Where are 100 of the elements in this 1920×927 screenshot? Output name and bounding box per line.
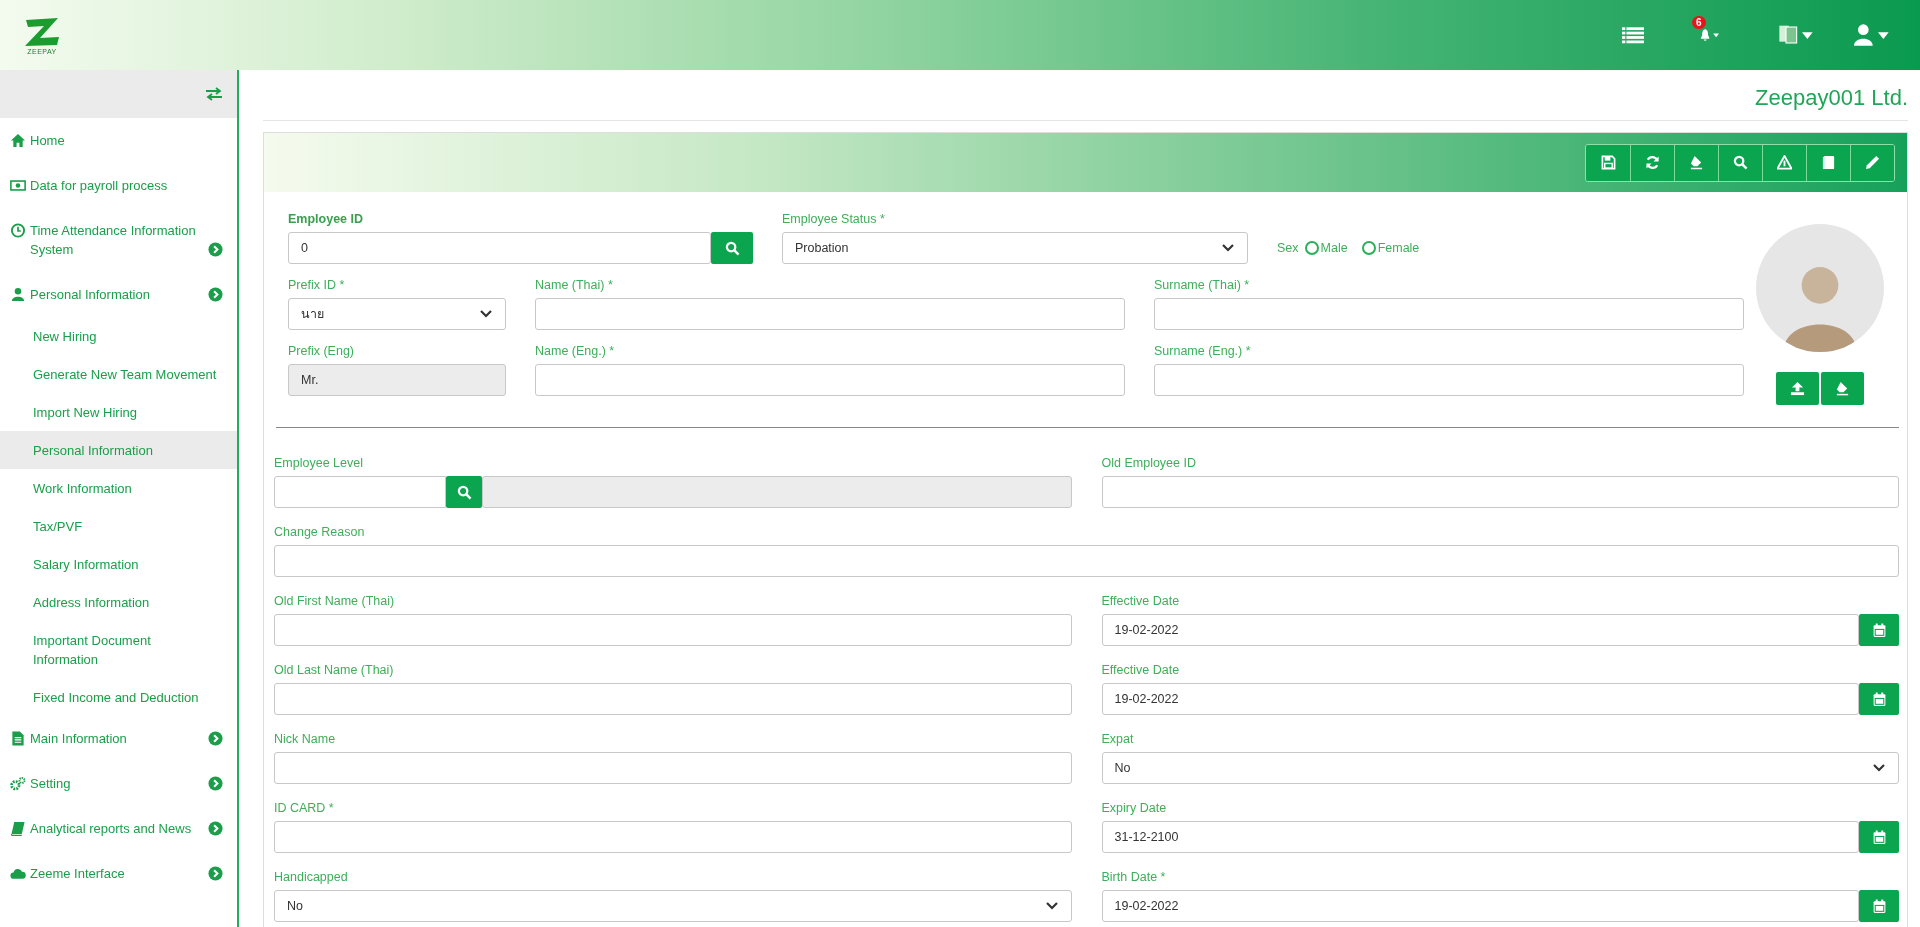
chevron-down-icon xyxy=(1872,763,1886,773)
field-label: Employee Level xyxy=(274,455,364,472)
field-label: Nick Name xyxy=(274,731,337,748)
field-label: Old First Name (Thai) xyxy=(274,593,396,610)
chevron-circle-icon[interactable] xyxy=(208,242,223,257)
search-icon xyxy=(1733,155,1748,170)
input-field[interactable] xyxy=(482,476,1072,508)
field-label: Surname (Eng.) * xyxy=(1154,343,1252,360)
search-icon xyxy=(456,484,472,500)
sidebar-item[interactable]: Time Attendance Information System xyxy=(30,221,208,259)
field-label: Handicapped xyxy=(274,869,349,886)
dropdown-field[interactable]: No xyxy=(1101,752,1899,784)
sidebar-subitem[interactable]: Generate New Team Movement xyxy=(0,355,237,393)
home-icon xyxy=(10,133,26,148)
dropdown-field[interactable]: นาย xyxy=(288,298,506,330)
sidebar-item[interactable]: Zeeme Interface xyxy=(30,864,125,883)
field-label: Name (Thai) * xyxy=(535,277,614,294)
search-button[interactable] xyxy=(446,476,482,508)
date-field[interactable]: 19-02-2022 xyxy=(1101,683,1859,715)
sidebar-item[interactable]: Setting xyxy=(30,774,71,793)
field-label: Expat xyxy=(1101,731,1135,748)
input-field[interactable] xyxy=(274,683,1072,715)
sidebar-subitem[interactable]: New Hiring xyxy=(0,317,237,355)
book-icon xyxy=(1821,155,1836,170)
search-button[interactable] xyxy=(711,232,753,264)
calendar-button[interactable] xyxy=(1859,683,1899,715)
sidebar-item[interactable]: Analytical reports and News xyxy=(30,819,192,838)
field-label: Sex xyxy=(1277,241,1299,255)
sidebar-item[interactable]: Personal Information xyxy=(30,285,150,304)
refresh-icon xyxy=(1645,155,1660,170)
warning-button[interactable] xyxy=(1762,144,1806,181)
sidebar-item[interactable]: Home xyxy=(30,131,65,150)
radio-option[interactable]: Female xyxy=(1361,241,1420,255)
clear-photo-button[interactable] xyxy=(1820,372,1864,405)
calendar-button[interactable] xyxy=(1859,614,1899,646)
sidebar-subitem[interactable]: Address Information xyxy=(0,583,237,621)
dropdown-field[interactable]: Probation xyxy=(782,232,1248,264)
input-field[interactable] xyxy=(1101,476,1899,508)
sidebar-subitem[interactable]: Import New Hiring xyxy=(0,393,237,431)
input-field[interactable] xyxy=(274,821,1072,853)
sidebar-subitem[interactable]: Important Document Information xyxy=(0,621,237,678)
edit-button[interactable] xyxy=(1850,144,1894,181)
input-field[interactable] xyxy=(274,545,1899,577)
field-label: Expiry Date xyxy=(1101,800,1168,817)
save-button[interactable] xyxy=(1586,144,1630,181)
input-field[interactable] xyxy=(1154,364,1744,396)
chevron-circle-icon[interactable] xyxy=(208,287,223,302)
calendar-icon xyxy=(1871,691,1887,707)
field-label: Effective Date xyxy=(1101,662,1181,679)
date-field[interactable]: 19-02-2022 xyxy=(1101,614,1859,646)
sidebar-subitem[interactable]: Work Information xyxy=(0,469,237,507)
date-field[interactable]: 31-12-2100 xyxy=(1101,821,1859,853)
input-field[interactable] xyxy=(274,476,446,508)
chevron-down-icon xyxy=(1221,243,1235,253)
sidebar-subitem[interactable]: Tax/PVF xyxy=(0,507,237,545)
field-label: Change Reason xyxy=(274,524,366,541)
field-label: Birth Date * xyxy=(1101,869,1167,886)
input-field[interactable] xyxy=(535,364,1125,396)
sidebar-item[interactable]: Main Information xyxy=(30,729,127,748)
upload-icon xyxy=(1789,381,1805,396)
sidebar-subitem[interactable]: Fixed Income and Deduction xyxy=(0,678,237,716)
refresh-button[interactable] xyxy=(1630,144,1674,181)
document-icon xyxy=(10,731,26,746)
input-field[interactable] xyxy=(535,298,1125,330)
input-field[interactable] xyxy=(274,614,1072,646)
field-label: Prefix (Eng) xyxy=(288,343,355,360)
clear-button[interactable] xyxy=(1674,144,1718,181)
logo-mark-icon xyxy=(22,15,62,48)
dropdown-field[interactable]: No xyxy=(274,890,1072,922)
list-icon[interactable] xyxy=(1622,26,1644,44)
input-field[interactable] xyxy=(1154,298,1744,330)
company-name: Zeepay001 Ltd. xyxy=(1755,84,1908,111)
chevron-circle-icon[interactable] xyxy=(208,821,223,836)
calendar-button[interactable] xyxy=(1859,821,1899,853)
upload-button[interactable] xyxy=(1775,372,1819,405)
field-label: Employee ID xyxy=(288,211,365,228)
input-field[interactable]: 0 xyxy=(288,232,711,264)
cloud-icon xyxy=(10,866,26,881)
sidebar-subitem[interactable]: Salary Information xyxy=(0,545,237,583)
pencil-icon xyxy=(1865,155,1880,170)
field-label: Employee Status * xyxy=(782,211,886,228)
search-button[interactable] xyxy=(1718,144,1762,181)
book-button[interactable] xyxy=(1806,144,1850,181)
input-field[interactable] xyxy=(274,752,1072,784)
radio-option[interactable]: Male xyxy=(1304,241,1348,255)
user-icon xyxy=(10,287,26,302)
search-icon xyxy=(724,240,740,256)
calendar-button[interactable] xyxy=(1859,890,1899,922)
swap-arrows-icon[interactable] xyxy=(205,87,223,101)
field-label: Old Last Name (Thai) xyxy=(274,662,395,679)
sidebar-subitem[interactable]: Personal Information xyxy=(0,431,237,469)
field-label: ID CARD * xyxy=(274,800,335,817)
date-field[interactable]: 19-02-2022 xyxy=(1101,890,1859,922)
chevron-circle-icon[interactable] xyxy=(208,731,223,746)
sidebar-item[interactable]: Data for payroll process xyxy=(30,176,168,195)
chevron-down-icon xyxy=(479,309,493,319)
chevron-circle-icon[interactable] xyxy=(208,776,223,791)
chevron-circle-icon[interactable] xyxy=(208,866,223,881)
field-label: Name (Eng.) * xyxy=(535,343,616,360)
eraser-icon xyxy=(1834,381,1850,396)
